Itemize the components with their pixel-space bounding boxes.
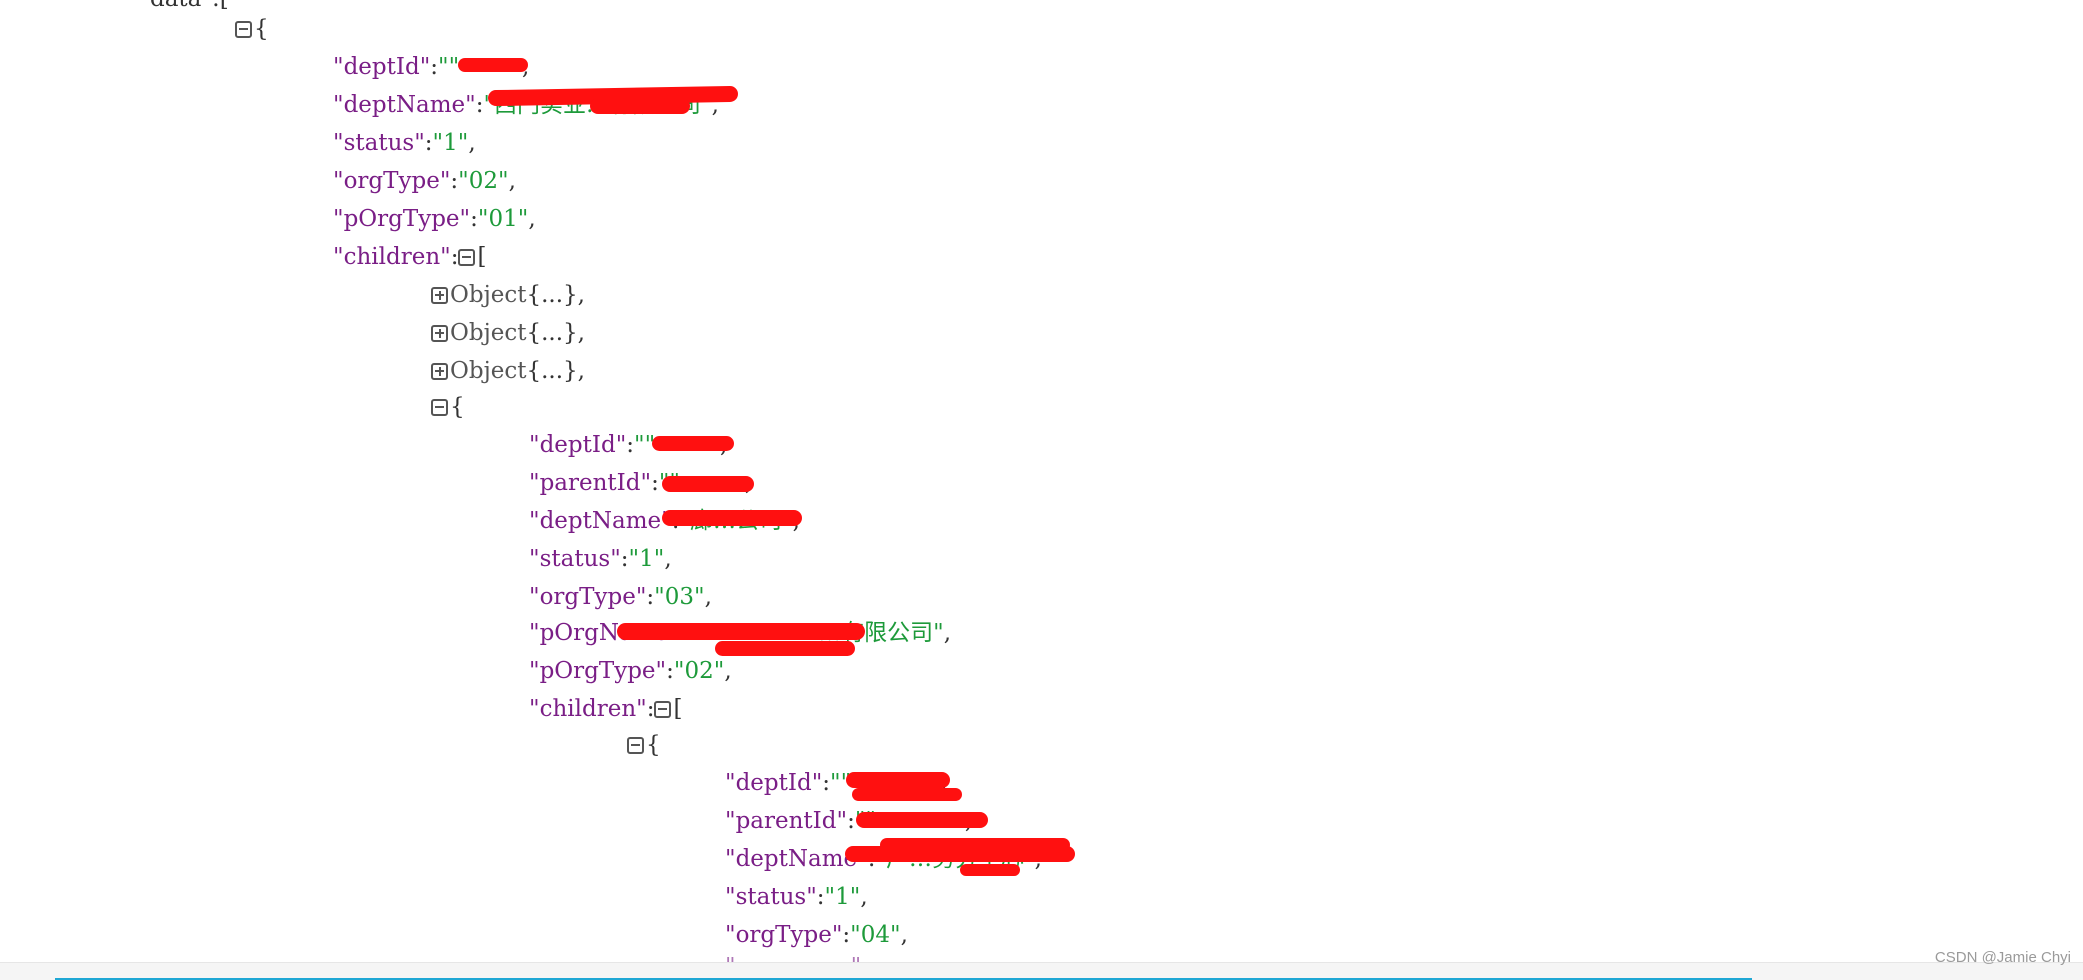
- json-key: "deptId": [725, 770, 823, 796]
- redaction-mark: [662, 476, 754, 492]
- json-line: "pOrgType": "02",: [529, 652, 732, 690]
- json-value: "02": [458, 168, 509, 194]
- json-line: "status": "1",: [725, 878, 868, 916]
- json-key: "status": [333, 130, 425, 156]
- json-key: "pOrgType": [529, 658, 667, 684]
- expand-toggle-icon[interactable]: [431, 286, 448, 304]
- redaction-mark: [960, 864, 1020, 876]
- redaction-mark: [617, 623, 865, 640]
- redaction-mark: [880, 838, 1070, 852]
- brace: {: [254, 16, 269, 42]
- json-line: "orgType": "03",: [529, 578, 712, 616]
- json-key: "pOrgType": [333, 206, 471, 232]
- expand-toggle-icon[interactable]: [431, 324, 448, 342]
- horizontal-scrollbar[interactable]: [0, 962, 2083, 980]
- json-line: "status": "1",: [333, 124, 476, 162]
- collapse-toggle-icon[interactable]: [627, 736, 644, 754]
- collapsed-object-row[interactable]: Object {...},: [431, 314, 585, 352]
- collapse-toggle-icon[interactable]: [431, 398, 448, 416]
- json-line-children: "children":[: [333, 238, 486, 276]
- json-line: "orgType": "02",: [333, 162, 516, 200]
- json-key: "status": [725, 884, 817, 910]
- redaction-mark: [662, 510, 802, 526]
- json-line-top-fragment: data":[: [150, 0, 229, 18]
- object-summary: {...}: [526, 358, 578, 384]
- json-viewer: data":[ { "deptId":"", "deptName":"西门实业……: [0, 0, 2083, 962]
- expand-toggle-icon[interactable]: [431, 362, 448, 380]
- bracket: [: [477, 244, 487, 270]
- json-key: "deptName": [333, 92, 476, 118]
- json-key: "deptId": [333, 54, 431, 80]
- object-summary: {...}: [526, 320, 578, 346]
- redaction-mark: [715, 641, 855, 656]
- json-value: "03": [654, 584, 705, 610]
- watermark: CSDN @Jamie Chyi: [1934, 949, 2071, 966]
- brace: {: [646, 732, 661, 758]
- json-value: "01": [477, 206, 529, 232]
- collapsed-object-row[interactable]: Object {...},: [431, 276, 585, 314]
- json-line: "pOrgType": "01",: [333, 200, 536, 238]
- json-value: "1": [432, 130, 469, 156]
- collapse-toggle-icon[interactable]: [458, 248, 476, 266]
- json-key: "orgType": [529, 584, 647, 610]
- json-key: "parentId": [529, 470, 652, 496]
- json-value: "1": [824, 884, 861, 910]
- redaction-mark: [652, 436, 734, 451]
- top-fragment-text: data":[: [150, 0, 229, 18]
- json-key: "parentId": [725, 808, 848, 834]
- object-label: Object: [450, 358, 527, 384]
- json-line-grandchild-open: {: [627, 726, 661, 764]
- redaction-mark: [458, 58, 528, 72]
- collapse-toggle-icon[interactable]: [654, 700, 672, 718]
- redaction-mark: [856, 812, 988, 828]
- json-value: "02": [673, 658, 725, 684]
- json-line: "status": "1",: [529, 540, 672, 578]
- json-key: "deptId": [529, 432, 627, 458]
- redaction-mark: [852, 788, 962, 801]
- collapsed-object-row[interactable]: Object {...},: [431, 352, 585, 390]
- object-summary: {...}: [526, 282, 578, 308]
- json-line-child-open: {: [431, 388, 465, 426]
- json-key: "deptName": [529, 508, 672, 534]
- json-key: "orgType": [333, 168, 451, 194]
- json-key: "status": [529, 546, 621, 572]
- json-line-cutoff: "……………": [725, 948, 861, 962]
- redaction-mark: [590, 98, 690, 114]
- object-label: Object: [450, 320, 527, 346]
- object-label: Object: [450, 282, 527, 308]
- json-value: "1": [628, 546, 665, 572]
- redaction-mark: [846, 772, 950, 788]
- json-key: "children": [529, 696, 647, 722]
- bracket: [: [673, 696, 683, 722]
- collapse-toggle-icon[interactable]: [235, 20, 252, 38]
- json-line-children: "children":[: [529, 690, 682, 728]
- json-line-root-open: {: [235, 10, 269, 48]
- brace: {: [450, 394, 465, 420]
- json-key: "children": [333, 244, 451, 270]
